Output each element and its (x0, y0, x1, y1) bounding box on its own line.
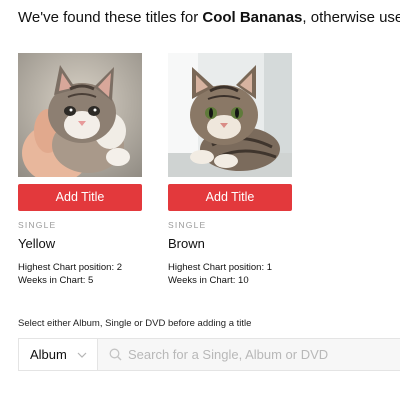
weeks-in-chart: Weeks in Chart: 10 (168, 275, 249, 286)
search-instruction: Select either Album, Single or DVD befor… (18, 318, 252, 329)
add-title-button[interactable]: Add Title (18, 184, 142, 211)
release-title: Yellow (18, 236, 56, 251)
search-icon (109, 348, 122, 361)
chart-position: Highest Chart position: 2 (18, 262, 123, 273)
search-field (98, 339, 400, 370)
search-input[interactable] (128, 347, 388, 362)
chart-position: Highest Chart position: 1 (168, 262, 273, 273)
kitten-photo (18, 53, 142, 177)
release-type-label: SINGLE (18, 220, 57, 230)
weeks-in-chart: Weeks in Chart: 5 (18, 275, 94, 286)
result-card: Add Title SINGLE Brown Highest Chart pos… (168, 53, 292, 287)
type-select-value: Album (30, 347, 67, 362)
kitten-image (18, 53, 142, 177)
release-type-label: SINGLE (168, 220, 207, 230)
release-title: Brown (168, 236, 205, 251)
chevron-down-icon (77, 352, 87, 358)
result-card: Add Title SINGLE Yellow Highest Chart po… (18, 53, 142, 287)
headline-artist: Cool Bananas (202, 9, 303, 26)
kitten-photo (168, 53, 292, 177)
headline-prefix: We've found these titles for (18, 9, 203, 26)
type-select[interactable]: Album (19, 339, 98, 370)
search-bar: Album (18, 338, 400, 371)
kitten-image (168, 53, 292, 177)
results-headline: We've found these titles for Cool Banana… (18, 8, 400, 28)
headline-suffix: , otherwise use Search (302, 9, 400, 26)
add-title-button[interactable]: Add Title (168, 184, 292, 211)
